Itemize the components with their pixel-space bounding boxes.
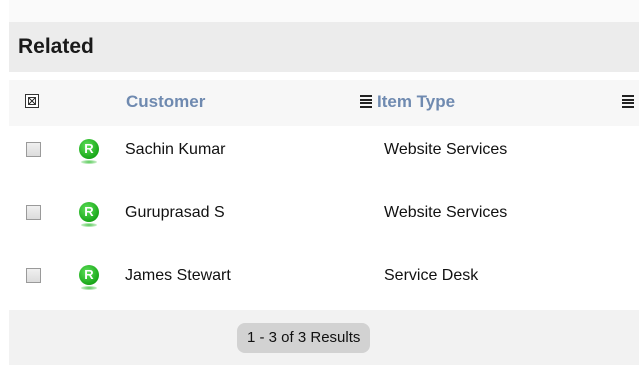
table-header: Customer Item Type: [9, 80, 639, 126]
item-type-cell: Service Desk: [384, 267, 479, 284]
requester-badge-icon: R: [78, 202, 100, 228]
panel-title: Related: [18, 35, 94, 58]
row-checkbox[interactable]: [26, 268, 41, 283]
item-type-cell: Website Services: [384, 204, 508, 221]
results-count-badge: 1 - 3 of 3 Results: [237, 323, 371, 353]
table-row[interactable]: R Sachin Kumar Website Services: [9, 132, 639, 172]
table-row[interactable]: R James Stewart Service Desk: [9, 258, 639, 298]
column-header-customer[interactable]: Customer: [126, 92, 205, 112]
table-row[interactable]: R Guruprasad S Website Services: [9, 195, 639, 235]
panel-header: Related: [9, 22, 639, 72]
row-checkbox[interactable]: [26, 142, 41, 157]
requester-badge-icon: R: [78, 139, 100, 165]
customer-cell[interactable]: Sachin Kumar: [125, 141, 226, 159]
column-menu-icon[interactable]: [360, 95, 372, 108]
table-footer: 1 - 3 of 3 Results: [9, 310, 639, 365]
column-menu-icon[interactable]: [622, 95, 634, 108]
column-header-item-type[interactable]: Item Type: [377, 92, 455, 112]
requester-badge-icon: R: [78, 265, 100, 291]
row-checkbox[interactable]: [26, 205, 41, 220]
select-all-checkbox-icon[interactable]: [25, 94, 39, 108]
item-type-cell: Website Services: [384, 141, 508, 158]
customer-cell[interactable]: James Stewart: [125, 267, 231, 285]
customer-cell[interactable]: Guruprasad S: [125, 204, 225, 222]
top-strip: [9, 0, 639, 22]
related-panel: Related Customer Item Type R Sachin Kuma…: [9, 0, 639, 379]
